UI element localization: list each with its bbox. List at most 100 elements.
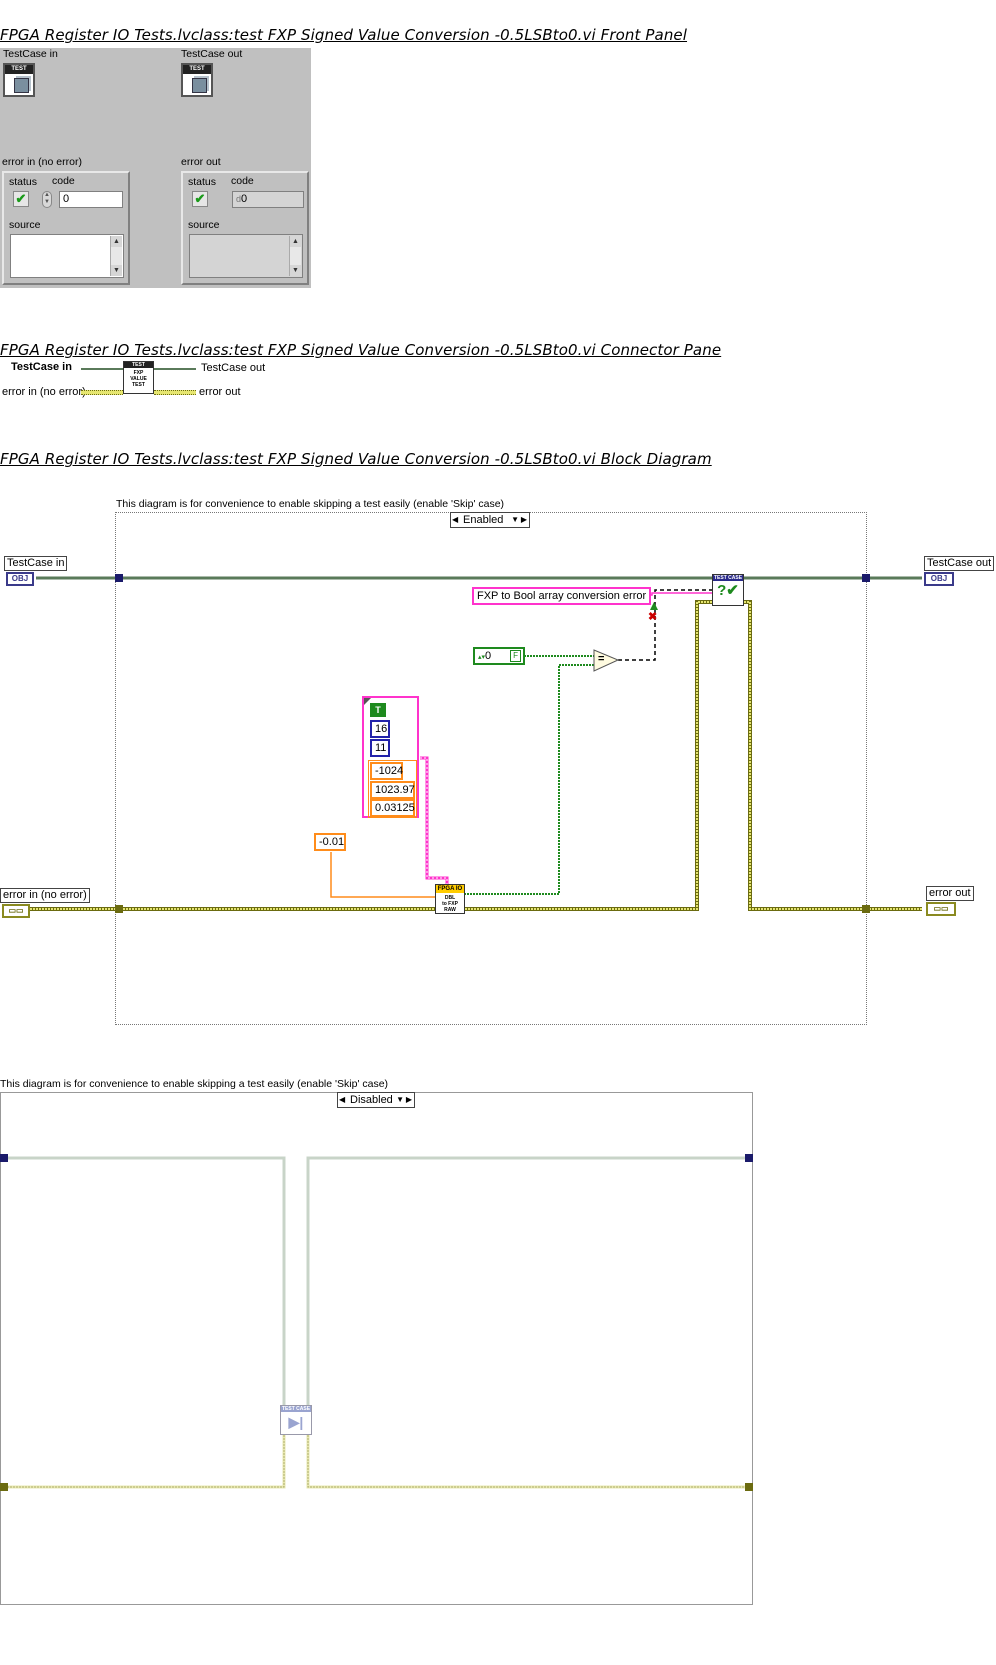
cp-error-wire-in <box>81 390 123 395</box>
source-scrollbar[interactable]: ▲ ▼ <box>110 236 122 276</box>
status-label: status <box>9 176 38 188</box>
prev-case-icon[interactable]: ◀ <box>339 1093 345 1107</box>
prev-case-icon[interactable]: ◀ <box>452 513 458 527</box>
fpga-vi-line-0: FPGA IO <box>436 885 464 893</box>
signed-bool-constant[interactable]: T <box>370 703 386 717</box>
cp-vi-icon: TEST FXP VALUE TEST <box>123 361 154 394</box>
chevron-down-icon[interactable]: ▼ <box>396 1093 404 1107</box>
fxp-config-cluster[interactable]: T 16 11 -1024 1023.97 0.03125 <box>362 696 419 818</box>
connector-pane-heading: FPGA Register IO Tests.lvclass:test FXP … <box>0 341 722 359</box>
cp-error-in: error in (no error) <box>2 386 86 398</box>
error-in-terminal-label: error in (no error) <box>0 888 90 903</box>
tunnel <box>862 905 870 913</box>
scroll-up-icon[interactable]: ▲ <box>290 236 301 247</box>
testcase-in-label: TestCase in <box>3 48 58 60</box>
question-check-icon: ?✔ <box>717 582 739 599</box>
code-value: 0 <box>241 193 248 205</box>
front-panel: TestCase in TEST TestCase out TEST error… <box>0 48 311 288</box>
select-arrow-icon <box>650 602 658 610</box>
test-check-subvi[interactable]: TEST CASE ?✔ <box>712 574 744 606</box>
next-case-icon[interactable]: ▶ <box>521 513 527 527</box>
chevron-down-icon[interactable]: ▼ <box>511 513 519 527</box>
source-field[interactable]: ▲ ▼ <box>10 234 124 278</box>
code-label: code <box>52 175 75 187</box>
code-field[interactable]: 0 <box>59 191 123 208</box>
cube-icon <box>14 78 29 93</box>
input-value-constant[interactable]: -0.01 <box>314 833 346 851</box>
tunnel <box>115 905 123 913</box>
block-diagram-heading: FPGA Register IO Tests.lvclass:test FXP … <box>0 450 712 468</box>
next-case-icon[interactable]: ▶ <box>406 1093 412 1107</box>
error-in-terminal[interactable]: ▭▭ <box>2 904 30 918</box>
class-icon-band: TEST <box>5 65 33 74</box>
equal-symbol: = <box>598 653 605 665</box>
cp-testcase-out: TestCase out <box>201 362 266 374</box>
error-out-cluster: status code ✔ d0 source ▲ ▼ <box>181 171 309 285</box>
minimum-constant[interactable]: -1024 <box>370 762 403 780</box>
scroll-up-icon[interactable]: ▲ <box>111 236 122 247</box>
tunnel <box>745 1483 753 1491</box>
fpga-vi-line-3: RAW <box>444 907 456 913</box>
cluster-wire <box>420 756 449 885</box>
scroll-down-icon[interactable]: ▼ <box>290 265 301 276</box>
diagram2-case-selector[interactable]: ◀ Disabled ▼ ▶ <box>337 1092 415 1108</box>
error-in-label: error in (no error) <box>2 156 82 168</box>
class-icon-band: TEST <box>183 65 211 74</box>
diagram2-comment: This diagram is for convenience to enabl… <box>0 1078 389 1090</box>
tunnel <box>745 1154 753 1162</box>
testcase-out-terminal-label: TestCase out <box>924 556 995 571</box>
scroll-down-icon[interactable]: ▼ <box>111 265 122 276</box>
case-selector-value: Enabled <box>463 514 504 526</box>
diagram2-wires <box>0 1154 753 1491</box>
error-x-icon: ✖ <box>648 611 657 623</box>
status-label: status <box>188 176 217 188</box>
cp-error-out: error out <box>199 386 241 398</box>
cluster-wire-inner <box>420 757 448 885</box>
tunnel <box>0 1154 8 1162</box>
status-indicator: ✔ <box>192 191 208 207</box>
case-selector-value: Disabled <box>350 1094 393 1106</box>
dbl-wire <box>330 852 435 898</box>
testcase-in-control[interactable]: TEST <box>3 63 35 97</box>
tunnel <box>115 574 123 582</box>
skip-subvi[interactable]: TEST CASE ▶| <box>280 1405 312 1435</box>
integer-word-length-constant[interactable]: 11 <box>370 739 390 757</box>
testcase-in-terminal[interactable]: OBJ <box>6 572 34 586</box>
cp-class-wire-out <box>154 368 196 370</box>
error-out-terminal[interactable]: ▭▭ <box>926 902 956 916</box>
bool-array-constant[interactable]: ▴▾0 F <box>473 647 525 665</box>
source-label: source <box>9 219 41 231</box>
code-increment-decrement[interactable]: ▲ ▼ <box>42 191 52 208</box>
maximum-constant[interactable]: 1023.97 <box>370 781 415 799</box>
source-scrollbar[interactable]: ▲ ▼ <box>289 236 301 276</box>
cp-class-wire-in <box>81 368 123 370</box>
bool-array-index: 0 <box>485 650 492 662</box>
delta-constant[interactable]: 0.03125 <box>370 799 415 817</box>
word-length-constant[interactable]: 16 <box>370 720 390 738</box>
error-wire-disabled <box>4 1435 748 1489</box>
cube-icon <box>192 78 207 93</box>
cp-icon-line-0: TEST <box>124 362 153 368</box>
range-subcluster: -1024 1023.97 0.03125 <box>368 760 417 818</box>
source-label: source <box>188 219 220 231</box>
error-out-label: error out <box>181 156 221 168</box>
skip-arrow-icon: ▶| <box>288 1414 304 1430</box>
class-wire-disabled <box>4 1156 748 1410</box>
cp-testcase-in: TestCase in <box>11 361 72 373</box>
error-out-terminal-label: error out <box>926 886 974 901</box>
testcase-in-terminal-label: TestCase in <box>4 556 68 571</box>
index-spin-icon: ▴▾ <box>478 654 486 661</box>
cp-icon-line-3: TEST <box>132 382 145 388</box>
error-message-constant[interactable]: FXP to Bool array conversion error <box>472 587 652 605</box>
status-checkbox[interactable]: ✔ <box>13 191 29 207</box>
tunnel <box>0 1483 8 1491</box>
testcase-out-label: TestCase out <box>181 48 243 60</box>
error-in-cluster: status code ✔ ▲ ▼ 0 source ▲ ▼ <box>2 171 130 285</box>
fpga-dbl-to-fxp-subvi[interactable]: FPGA IO DBL to FXP RAW <box>435 884 465 914</box>
testcase-out-terminal[interactable]: OBJ <box>924 572 954 586</box>
testcase-out-indicator: TEST <box>181 63 213 97</box>
diagram1-case-selector[interactable]: ◀ Enabled ▼ ▶ <box>450 512 530 528</box>
bool-wire-fpga <box>461 664 594 895</box>
tunnel <box>862 574 870 582</box>
cp-error-wire-out <box>154 390 196 395</box>
